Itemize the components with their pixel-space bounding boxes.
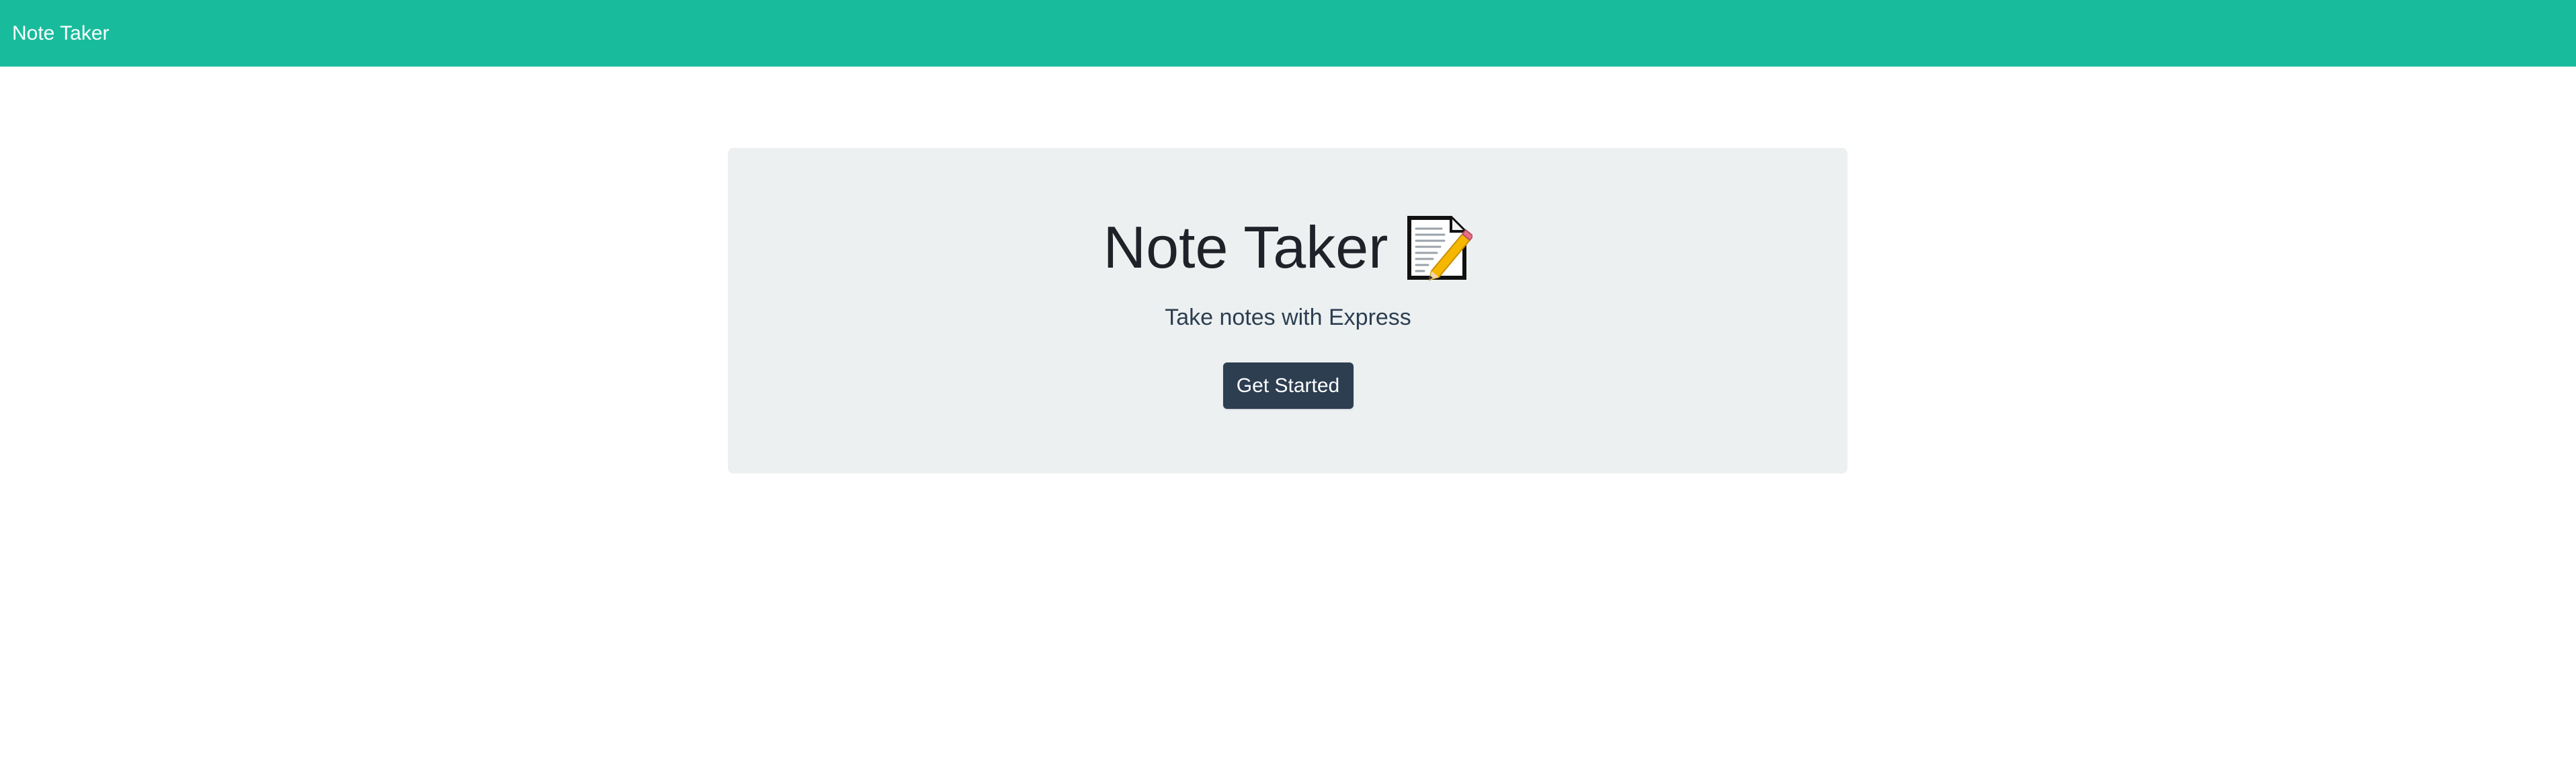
hero-button-row: Get Started xyxy=(0,362,2576,409)
page-title: Note Taker xyxy=(1103,214,1388,280)
get-started-button[interactable]: Get Started xyxy=(1222,362,1354,409)
hero-title-row: Note Taker xyxy=(0,210,2576,285)
hero-subtitle: Take notes with Express xyxy=(1165,305,1411,330)
memo-icon xyxy=(1403,213,1473,282)
hero-subtitle-row: Take notes with Express xyxy=(0,303,2576,332)
navbar-brand[interactable]: Note Taker xyxy=(12,23,110,44)
navbar: Note Taker xyxy=(0,0,2576,67)
